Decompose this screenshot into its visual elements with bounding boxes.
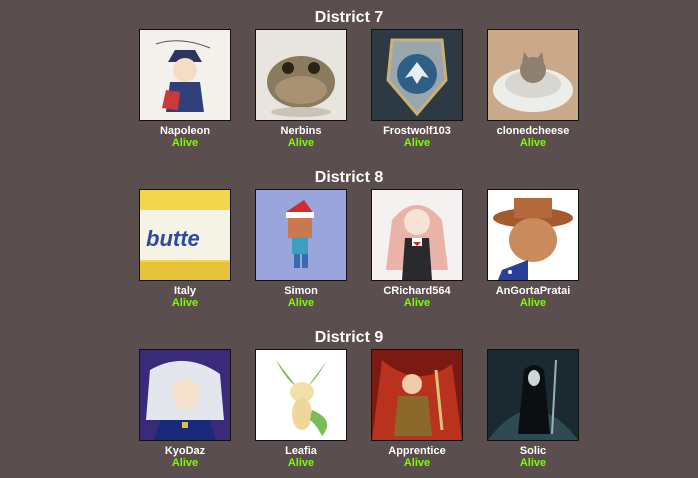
tribute-card[interactable]: butte Italy Alive	[127, 189, 243, 309]
tribute-status: Alive	[287, 297, 315, 309]
tribute-name: Apprentice	[388, 445, 446, 457]
tribute-status: Alive	[403, 457, 431, 469]
tribute-card[interactable]: Leafia Alive	[243, 349, 359, 469]
tribute-name: CRichard564	[383, 285, 451, 297]
tribute-card[interactable]: clonedcheese Alive	[475, 29, 591, 149]
warrior-icon[interactable]	[371, 349, 463, 441]
district-title: District 7	[314, 9, 384, 26]
tribute-status: Alive	[287, 137, 315, 149]
tribute-status: Alive	[403, 297, 431, 309]
tribute-status: Alive	[287, 457, 315, 469]
wolf-crest-icon[interactable]	[371, 29, 463, 121]
tribute-status: Alive	[171, 457, 199, 469]
frog-icon[interactable]	[255, 29, 347, 121]
tribute-card[interactable]: CRichard564 Alive	[359, 189, 475, 309]
tribute-card[interactable]: Simon Alive	[243, 189, 359, 309]
pixel-santa-icon[interactable]	[255, 189, 347, 281]
tribute-name: Napoleon	[159, 125, 211, 137]
tribute-card[interactable]: Solic Alive	[475, 349, 591, 469]
tribute-name: KyoDaz	[164, 445, 206, 457]
svg-text:butte: butte	[146, 226, 200, 251]
tribute-status: Alive	[403, 137, 431, 149]
tribute-status: Alive	[519, 457, 547, 469]
tribute-name: Solic	[519, 445, 547, 457]
anime-girl-icon[interactable]	[371, 189, 463, 281]
district-title: District 8	[314, 169, 384, 186]
district-title: District 9	[314, 329, 384, 346]
anime-white-hair-icon[interactable]	[139, 349, 231, 441]
tribute-status: Alive	[171, 137, 199, 149]
tribute-card[interactable]: Nerbins Alive	[243, 29, 359, 149]
tribute-card[interactable]: Napoleon Alive	[127, 29, 243, 149]
tribute-name: Frostwolf103	[383, 125, 451, 137]
tribute-name: clonedcheese	[496, 125, 570, 137]
reaper-icon[interactable]	[487, 349, 579, 441]
cat-in-bed-icon[interactable]	[487, 29, 579, 121]
tribute-card[interactable]: Frostwolf103 Alive	[359, 29, 475, 149]
tribute-card[interactable]: AnGortaPratai Alive	[475, 189, 591, 309]
tribute-name: Nerbins	[280, 125, 322, 137]
cowboy-wojak-icon[interactable]	[487, 189, 579, 281]
tribute-name: Leafia	[285, 445, 317, 457]
tribute-name: Italy	[173, 285, 196, 297]
tribute-status: Alive	[171, 297, 199, 309]
tribute-card[interactable]: Apprentice Alive	[359, 349, 475, 469]
butter-tub-icon[interactable]: butte	[139, 189, 231, 281]
tribute-status: Alive	[519, 137, 547, 149]
tribute-name: AnGortaPratai	[495, 285, 571, 297]
anime-soldier-icon[interactable]	[139, 29, 231, 121]
tribute-status: Alive	[519, 297, 547, 309]
leafeon-icon[interactable]	[255, 349, 347, 441]
tribute-card[interactable]: KyoDaz Alive	[127, 349, 243, 469]
tribute-name: Simon	[284, 285, 318, 297]
